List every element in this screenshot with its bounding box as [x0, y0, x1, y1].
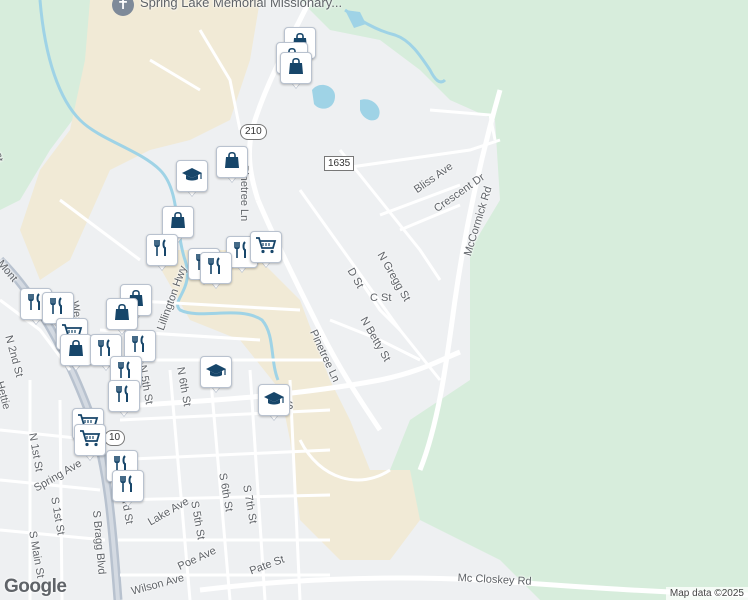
- restaurant-icon: [232, 240, 252, 265]
- restaurant-icon: [48, 296, 68, 321]
- poi-marker[interactable]: [176, 160, 208, 200]
- shopping-bag-icon: [112, 302, 132, 327]
- street-label: C St: [370, 292, 392, 304]
- poi-marker[interactable]: [200, 356, 232, 396]
- restaurant-icon: [152, 238, 172, 263]
- route-shield: 1635: [324, 156, 355, 171]
- school-icon: [263, 388, 285, 413]
- poi-marker[interactable]: [60, 334, 92, 374]
- poi-marker[interactable]: [112, 470, 144, 510]
- restaurant-icon: [118, 474, 138, 499]
- route-shield: 10: [104, 430, 126, 446]
- map-attribution[interactable]: Map data ©2025: [665, 587, 748, 600]
- pond-east: [360, 99, 380, 121]
- poi-marker[interactable]: [280, 52, 312, 92]
- poi-marker[interactable]: [258, 384, 290, 424]
- google-logo: Google: [4, 576, 67, 597]
- poi-marker[interactable]: [146, 234, 178, 274]
- poi-marker[interactable]: [200, 252, 232, 292]
- map-canvas[interactable]: ✝ Spring Lake Memorial Missionary... Pin…: [0, 0, 748, 600]
- restaurant-icon: [114, 384, 134, 409]
- shopping-cart-icon: [255, 235, 277, 260]
- shopping-bag-icon: [286, 56, 306, 81]
- shopping-cart-icon: [79, 428, 101, 453]
- place-name-label[interactable]: Spring Lake Memorial Missionary...: [140, 0, 342, 10]
- poi-marker[interactable]: [108, 380, 140, 420]
- school-icon: [181, 164, 203, 189]
- restaurant-icon: [130, 334, 150, 359]
- shopping-bag-icon: [222, 150, 242, 175]
- restaurant-icon: [206, 256, 226, 281]
- shopping-bag-icon: [168, 210, 188, 235]
- route-shield: 210: [240, 124, 267, 140]
- pond-center: [312, 84, 335, 109]
- shopping-bag-icon: [66, 338, 86, 363]
- school-icon: [205, 360, 227, 385]
- poi-marker[interactable]: [250, 231, 282, 271]
- poi-marker[interactable]: [74, 424, 106, 464]
- poi-marker[interactable]: [216, 146, 248, 186]
